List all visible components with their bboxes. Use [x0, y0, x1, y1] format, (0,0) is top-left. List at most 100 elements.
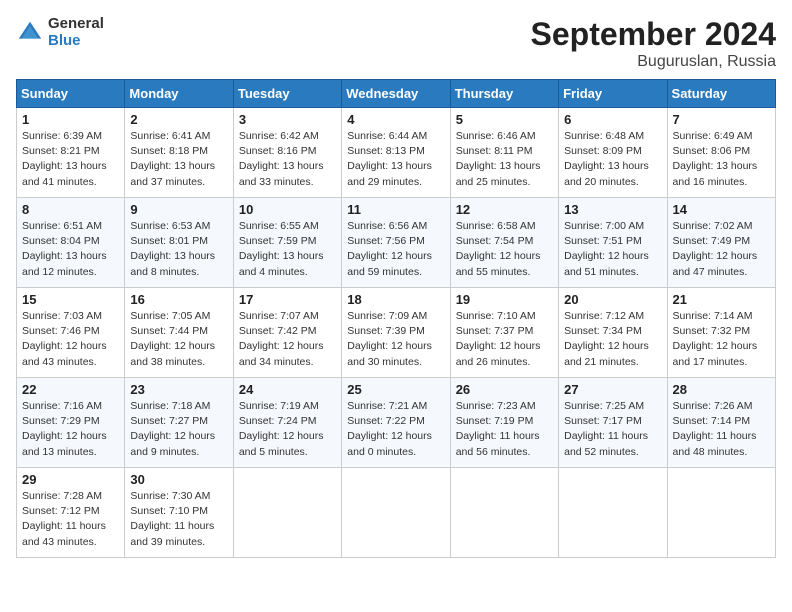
- calendar-day-19: 19 Sunrise: 7:10 AMSunset: 7:37 PMDayligh…: [450, 288, 558, 378]
- calendar-day-12: 12 Sunrise: 6:58 AMSunset: 7:54 PMDayligh…: [450, 198, 558, 288]
- day-number: 17: [239, 292, 336, 307]
- day-detail: Sunrise: 6:53 AMSunset: 8:01 PMDaylight:…: [130, 219, 227, 280]
- calendar-day-25: 25Sunrise: 7:21 AMSunset: 7:22 PMDayligh…: [342, 378, 450, 468]
- day-detail: Sunrise: 7:07 AMSunset: 7:42 PMDaylight:…: [239, 309, 336, 370]
- calendar-week-row: 1Sunrise: 6:39 AMSunset: 8:21 PMDaylight…: [17, 108, 776, 198]
- day-number: 23: [130, 382, 227, 397]
- column-header-monday: Monday: [125, 80, 233, 108]
- day-detail: Sunrise: 6:58 AMSunset: 7:54 PMDaylight:…: [456, 219, 553, 280]
- day-detail: Sunrise: 7:02 AMSunset: 7:49 PMDaylight:…: [673, 219, 770, 280]
- calendar-day-17: 17 Sunrise: 7:07 AMSunset: 7:42 PMDayligh…: [233, 288, 341, 378]
- logo-icon: [16, 19, 44, 47]
- calendar-week-row: 15 Sunrise: 7:03 AMSunset: 7:46 PMDayligh…: [17, 288, 776, 378]
- day-detail: Sunrise: 7:18 AMSunset: 7:27 PMDaylight:…: [130, 399, 227, 460]
- day-number: 13: [564, 202, 661, 217]
- calendar-day-28: 28Sunrise: 7:26 AMSunset: 7:14 PMDayligh…: [667, 378, 775, 468]
- day-number: 15: [22, 292, 119, 307]
- calendar-day-8: 8 Sunrise: 6:51 AMSunset: 8:04 PMDaylight…: [17, 198, 125, 288]
- day-number: 5: [456, 112, 553, 127]
- page-header: General Blue September 2024 Buguruslan, …: [16, 16, 776, 71]
- calendar-day-4: 4Sunrise: 6:44 AMSunset: 8:13 PMDaylight…: [342, 108, 450, 198]
- column-header-saturday: Saturday: [667, 80, 775, 108]
- column-header-thursday: Thursday: [450, 80, 558, 108]
- calendar-day-7: 7 Sunrise: 6:49 AMSunset: 8:06 PMDaylight…: [667, 108, 775, 198]
- day-detail: Sunrise: 7:25 AMSunset: 7:17 PMDaylight:…: [564, 399, 661, 460]
- calendar-header-row: SundayMondayTuesdayWednesdayThursdayFrid…: [17, 80, 776, 108]
- day-number: 11: [347, 202, 444, 217]
- day-detail: Sunrise: 7:16 AMSunset: 7:29 PMDaylight:…: [22, 399, 119, 460]
- title-block: September 2024 Buguruslan, Russia: [531, 16, 776, 71]
- day-detail: Sunrise: 7:28 AMSunset: 7:12 PMDaylight:…: [22, 489, 119, 550]
- day-number: 9: [130, 202, 227, 217]
- calendar-day-1: 1Sunrise: 6:39 AMSunset: 8:21 PMDaylight…: [17, 108, 125, 198]
- day-number: 12: [456, 202, 553, 217]
- calendar-day-2: 2 Sunrise: 6:41 AMSunset: 8:18 PMDaylight…: [125, 108, 233, 198]
- calendar-week-row: 22 Sunrise: 7:16 AMSunset: 7:29 PMDayligh…: [17, 378, 776, 468]
- calendar-day-14: 14 Sunrise: 7:02 AMSunset: 7:49 PMDayligh…: [667, 198, 775, 288]
- day-number: 28: [673, 382, 770, 397]
- calendar-day-16: 16 Sunrise: 7:05 AMSunset: 7:44 PMDayligh…: [125, 288, 233, 378]
- day-detail: Sunrise: 7:30 AMSunset: 7:10 PMDaylight:…: [130, 489, 227, 550]
- page-subtitle: Buguruslan, Russia: [531, 53, 776, 71]
- column-header-tuesday: Tuesday: [233, 80, 341, 108]
- calendar-day-11: 11Sunrise: 6:56 AMSunset: 7:56 PMDayligh…: [342, 198, 450, 288]
- calendar-day-21: 21 Sunrise: 7:14 AMSunset: 7:32 PMDayligh…: [667, 288, 775, 378]
- day-detail: Sunrise: 6:49 AMSunset: 8:06 PMDaylight:…: [673, 129, 770, 190]
- calendar-day-empty: [559, 468, 667, 558]
- calendar-day-18: 18 Sunrise: 7:09 AMSunset: 7:39 PMDayligh…: [342, 288, 450, 378]
- page-title: September 2024: [531, 16, 776, 53]
- day-number: 20: [564, 292, 661, 307]
- calendar-week-row: 29 Sunrise: 7:28 AMSunset: 7:12 PMDayligh…: [17, 468, 776, 558]
- calendar-day-15: 15 Sunrise: 7:03 AMSunset: 7:46 PMDayligh…: [17, 288, 125, 378]
- calendar-day-29: 29 Sunrise: 7:28 AMSunset: 7:12 PMDayligh…: [17, 468, 125, 558]
- day-number: 3: [239, 112, 336, 127]
- calendar-day-9: 9 Sunrise: 6:53 AMSunset: 8:01 PMDaylight…: [125, 198, 233, 288]
- day-number: 1: [22, 112, 119, 127]
- column-header-friday: Friday: [559, 80, 667, 108]
- day-number: 16: [130, 292, 227, 307]
- day-number: 21: [673, 292, 770, 307]
- day-detail: Sunrise: 6:48 AMSunset: 8:09 PMDaylight:…: [564, 129, 661, 190]
- day-detail: Sunrise: 7:10 AMSunset: 7:37 PMDaylight:…: [456, 309, 553, 370]
- day-detail: Sunrise: 6:41 AMSunset: 8:18 PMDaylight:…: [130, 129, 227, 190]
- day-number: 19: [456, 292, 553, 307]
- day-number: 29: [22, 472, 119, 487]
- calendar-day-22: 22 Sunrise: 7:16 AMSunset: 7:29 PMDayligh…: [17, 378, 125, 468]
- day-number: 22: [22, 382, 119, 397]
- calendar-day-20: 20 Sunrise: 7:12 AMSunset: 7:34 PMDayligh…: [559, 288, 667, 378]
- day-detail: Sunrise: 7:05 AMSunset: 7:44 PMDaylight:…: [130, 309, 227, 370]
- calendar-day-27: 27 Sunrise: 7:25 AMSunset: 7:17 PMDayligh…: [559, 378, 667, 468]
- logo: General Blue: [16, 16, 104, 49]
- logo-text: General Blue: [48, 16, 104, 49]
- calendar-week-row: 8 Sunrise: 6:51 AMSunset: 8:04 PMDaylight…: [17, 198, 776, 288]
- day-number: 4: [347, 112, 444, 127]
- calendar-day-empty: [233, 468, 341, 558]
- calendar-day-24: 24 Sunrise: 7:19 AMSunset: 7:24 PMDayligh…: [233, 378, 341, 468]
- day-detail: Sunrise: 7:19 AMSunset: 7:24 PMDaylight:…: [239, 399, 336, 460]
- day-detail: Sunrise: 7:14 AMSunset: 7:32 PMDaylight:…: [673, 309, 770, 370]
- day-number: 27: [564, 382, 661, 397]
- day-detail: Sunrise: 7:12 AMSunset: 7:34 PMDaylight:…: [564, 309, 661, 370]
- calendar-day-empty: [667, 468, 775, 558]
- day-detail: Sunrise: 7:23 AMSunset: 7:19 PMDaylight:…: [456, 399, 553, 460]
- calendar-day-26: 26Sunrise: 7:23 AMSunset: 7:19 PMDayligh…: [450, 378, 558, 468]
- calendar-day-13: 13Sunrise: 7:00 AMSunset: 7:51 PMDayligh…: [559, 198, 667, 288]
- day-detail: Sunrise: 7:03 AMSunset: 7:46 PMDaylight:…: [22, 309, 119, 370]
- day-detail: Sunrise: 6:51 AMSunset: 8:04 PMDaylight:…: [22, 219, 119, 280]
- calendar-table: SundayMondayTuesdayWednesdayThursdayFrid…: [16, 79, 776, 558]
- day-number: 24: [239, 382, 336, 397]
- day-number: 14: [673, 202, 770, 217]
- calendar-day-5: 5Sunrise: 6:46 AMSunset: 8:11 PMDaylight…: [450, 108, 558, 198]
- day-number: 30: [130, 472, 227, 487]
- day-number: 6: [564, 112, 661, 127]
- calendar-day-empty: [450, 468, 558, 558]
- day-number: 7: [673, 112, 770, 127]
- calendar-day-10: 10Sunrise: 6:55 AMSunset: 7:59 PMDayligh…: [233, 198, 341, 288]
- column-header-wednesday: Wednesday: [342, 80, 450, 108]
- day-number: 2: [130, 112, 227, 127]
- day-detail: Sunrise: 7:09 AMSunset: 7:39 PMDaylight:…: [347, 309, 444, 370]
- day-number: 8: [22, 202, 119, 217]
- calendar-day-23: 23 Sunrise: 7:18 AMSunset: 7:27 PMDayligh…: [125, 378, 233, 468]
- calendar-day-3: 3Sunrise: 6:42 AMSunset: 8:16 PMDaylight…: [233, 108, 341, 198]
- day-number: 18: [347, 292, 444, 307]
